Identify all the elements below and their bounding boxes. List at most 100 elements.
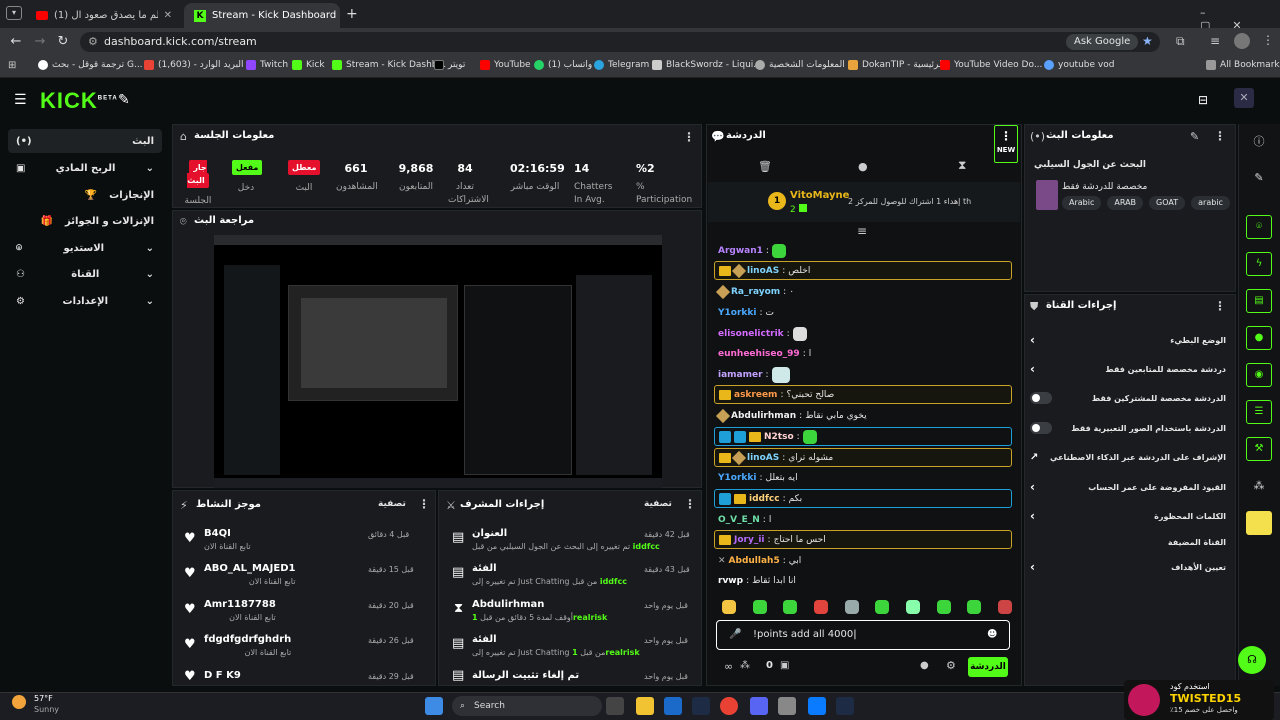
app-icon[interactable] <box>808 697 826 715</box>
emotes-only-row[interactable]: الدردشة باستخدام الصور التعبيرية فقط <box>1030 418 1226 438</box>
chat-message[interactable]: linoAS: اخلص <box>714 261 1012 280</box>
emote-icon[interactable] <box>936 600 951 614</box>
site-info-icon[interactable]: ⚙ <box>88 32 98 52</box>
chat-message[interactable]: linoAS: مشوله تراي <box>714 448 1012 467</box>
emote-icon[interactable] <box>783 600 798 614</box>
chrome-icon[interactable] <box>720 697 738 715</box>
ask-google-button[interactable]: Ask Google <box>1066 34 1139 50</box>
stream-preview-video[interactable] <box>214 235 662 488</box>
bookmark-item[interactable]: البريد الوارد - (1,603) <box>144 60 244 70</box>
gift-icon[interactable]: ▣ <box>780 660 789 671</box>
nav-item-achievements[interactable]: الإنجازات 🏆 <box>8 183 162 207</box>
chat-settings-icon[interactable]: ⚙ <box>946 659 956 672</box>
new-tab-button[interactable]: + <box>346 6 358 22</box>
chat-message[interactable]: iddfcc: بكم <box>714 489 1012 508</box>
emote-icon[interactable] <box>813 600 828 614</box>
bookmark-item[interactable]: Kick <box>292 60 325 70</box>
channel-actions-menu-icon[interactable]: ⋮ <box>1214 299 1226 313</box>
chat-message[interactable]: Argwan1: <box>714 241 1012 260</box>
chat-message[interactable]: askreem: صالح تحبني؟ <box>714 385 1012 404</box>
account-age-row[interactable]: القيود المفروضة على عمر الحساب › <box>1030 477 1226 497</box>
banned-words-row[interactable]: الكلمات المحظورة › <box>1030 506 1226 526</box>
collapse-icon[interactable]: ≡ <box>857 224 867 238</box>
forward-icon[interactable]: → <box>32 34 48 50</box>
url-input[interactable]: ⚙ dashboard.kick.com/stream <box>80 32 1160 52</box>
emote-icon[interactable] <box>967 600 982 614</box>
extensions-icon[interactable]: ⧉ <box>1176 34 1185 49</box>
bookmark-item[interactable]: BlackSwordz - Liqui... <box>652 60 762 70</box>
followers-only-row[interactable]: دردشة مخصصة للمتابعين فقط › <box>1030 359 1226 379</box>
emoji-icon[interactable]: ☻ <box>987 621 997 649</box>
bookmark-item[interactable]: ترجمة قوقل - بحث G... <box>38 60 143 70</box>
wrench-icon[interactable]: ⚒ <box>1246 437 1272 461</box>
discord-icon[interactable] <box>750 697 768 715</box>
bookmark-item[interactable]: Stream - Kick Dashb... <box>332 60 446 70</box>
pinned-message[interactable]: 1 VitoMayne 2 إهداء 1 اشتراك للوصول للمر… <box>708 182 1020 222</box>
emote-icon[interactable] <box>875 600 890 614</box>
app-icon[interactable] <box>778 697 796 715</box>
nav-item-studio[interactable]: ⌄ الاستديو ⌾ <box>8 236 162 260</box>
set-goals-row[interactable]: تعيين الأهداف › <box>1030 557 1226 577</box>
media-icon[interactable]: ≡ <box>1210 34 1220 48</box>
emote-icon[interactable] <box>722 600 736 614</box>
hamburger-menu-icon[interactable]: ☰ <box>14 92 27 108</box>
bookmark-item[interactable]: YouTube Video Do... <box>940 60 1042 70</box>
profile-avatar[interactable] <box>1234 33 1250 49</box>
studio-icon[interactable]: ⊟ <box>1198 93 1208 107</box>
chat-message[interactable]: rvwp: انا ابدا ثقاط <box>714 571 1012 590</box>
weather-icon[interactable] <box>12 695 26 709</box>
bookmark-item[interactable]: Twitch <box>246 60 288 70</box>
document-icon[interactable]: ▤ <box>1246 289 1272 313</box>
pin-icon[interactable]: ✎ <box>118 92 130 108</box>
nav-item-monetization[interactable]: ⌄ الربح المادي ▣ <box>8 156 162 180</box>
chat-message[interactable]: Jory_ii: احس ما احتاج <box>714 530 1012 549</box>
hourglass-icon[interactable]: ⧗ <box>958 158 966 173</box>
mod-filter-button[interactable]: تصفية <box>644 499 672 509</box>
user-avatar[interactable]: ✕ <box>1234 88 1254 108</box>
steam-icon[interactable] <box>836 697 854 715</box>
task-view-icon[interactable] <box>606 697 624 715</box>
info-icon[interactable]: ⓘ <box>1246 130 1272 154</box>
emote-icon[interactable] <box>997 600 1012 614</box>
stream-info-menu-icon[interactable]: ⋮ <box>1214 129 1226 143</box>
emotes-only-toggle[interactable] <box>1030 422 1052 434</box>
chat-message[interactable]: N2tso: <box>714 427 1012 446</box>
chat-menu-button[interactable]: ⋮ NEW <box>994 125 1018 163</box>
browser-menu-icon[interactable]: ⋮ <box>1262 33 1274 47</box>
chat-input[interactable]: 🎤 !points add all 4000| ☻ <box>716 620 1010 650</box>
bookmark-item[interactable]: تويتر <box>434 60 465 70</box>
kick-logo[interactable]: KICKBETA <box>40 88 118 114</box>
all-bookmarks[interactable]: All Bookmarks <box>1206 60 1280 70</box>
send-chat-button[interactable]: الدردشة <box>968 657 1008 677</box>
subscribers-only-row[interactable]: الدردشة مخصصة للمشتركين فقط <box>1030 388 1226 408</box>
reload-icon[interactable]: ↻ <box>55 34 71 50</box>
tag[interactable]: Arabic <box>1062 196 1102 210</box>
chat-bubble-icon[interactable]: ● <box>858 160 868 173</box>
support-headset-icon[interactable]: ☊ <box>1238 646 1266 674</box>
tab-kick-dashboard[interactable]: K Stream - Kick Dashboard ✕ <box>184 3 340 28</box>
bookmark-item[interactable]: Telegram <box>594 60 649 70</box>
session-menu-icon[interactable]: ⋮ <box>683 130 695 144</box>
emote-icon[interactable] <box>752 600 767 614</box>
edit-icon[interactable]: ✎ <box>1190 130 1199 143</box>
subscribers-only-toggle[interactable] <box>1030 392 1052 404</box>
emote-icon[interactable] <box>844 600 859 614</box>
nav-item-channel[interactable]: ⌄ القناة ⚇ <box>8 262 162 286</box>
taskbar-search[interactable]: ⌕ Search <box>452 696 602 716</box>
close-icon[interactable]: ✕ <box>164 10 172 21</box>
chat-message[interactable]: iamamer: <box>714 365 1012 384</box>
chat-message[interactable]: Ra_rayom:٠ <box>714 282 1012 301</box>
bookmark-item[interactable]: واتساب (1) <box>534 60 592 70</box>
windows-start-icon[interactable] <box>425 697 443 715</box>
tag[interactable]: arabic <box>1191 196 1230 210</box>
tab-youtube[interactable]: (1) ليش العالم ما يصدق صعود ال ✕ <box>26 3 182 28</box>
nav-item-settings[interactable]: ⌄ الإعدادات ⚙ <box>8 289 162 313</box>
steam-icon[interactable] <box>692 697 710 715</box>
feed-filter-button[interactable]: تصفية <box>378 499 406 509</box>
infinity-icon[interactable]: ∞ <box>724 660 733 673</box>
file-explorer-icon[interactable] <box>636 697 654 715</box>
apps-icon[interactable]: ⊞ <box>8 60 16 71</box>
bookmark-item[interactable]: YouTube <box>480 60 531 70</box>
camera-icon[interactable]: ⌾ <box>1246 215 1272 239</box>
points-icon[interactable]: ⁂ <box>740 660 750 671</box>
